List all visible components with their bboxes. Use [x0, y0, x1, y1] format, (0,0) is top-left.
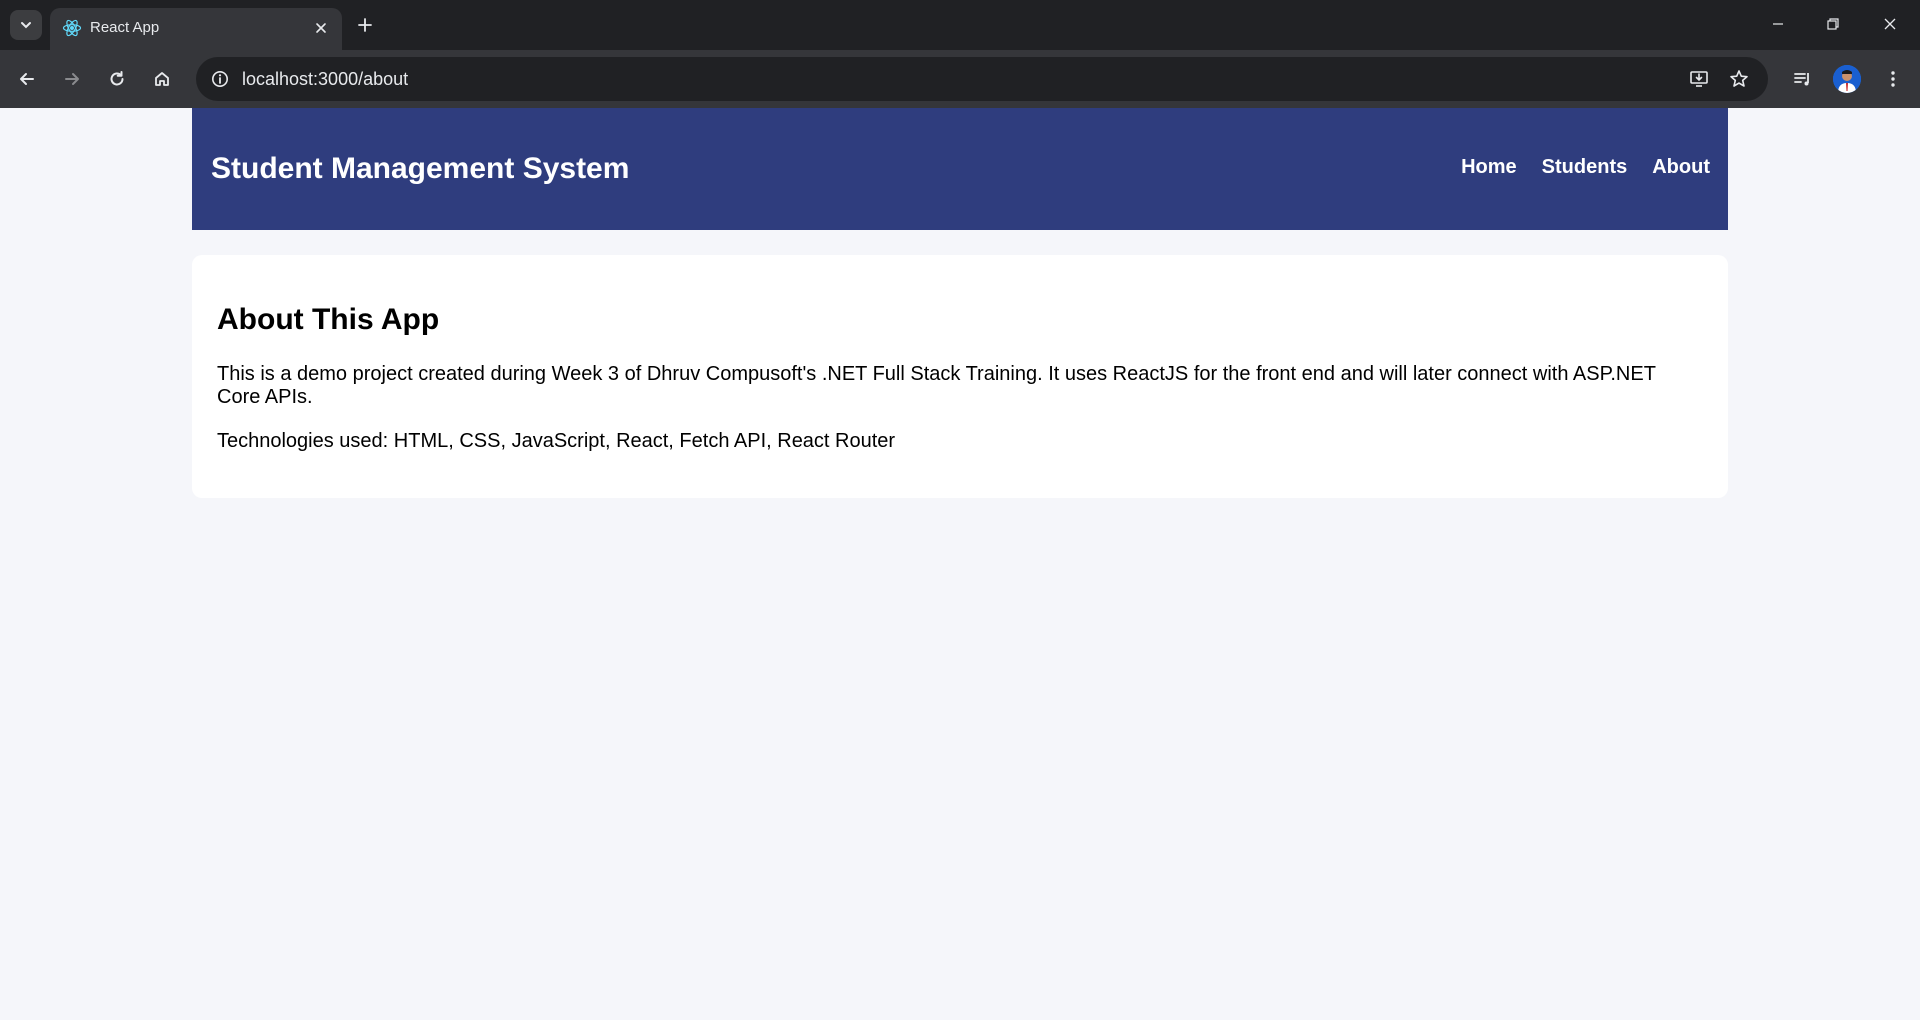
- page-viewport: Student Management System Home Students …: [0, 108, 1920, 1020]
- browser-menu-button[interactable]: [1876, 62, 1910, 96]
- avatar[interactable]: [1833, 65, 1861, 93]
- nav-link-students[interactable]: Students: [1542, 156, 1628, 179]
- close-window-button[interactable]: [1868, 8, 1912, 40]
- bookmark-button[interactable]: [1724, 65, 1754, 93]
- app-brand-title: Student Management System: [211, 152, 630, 185]
- app-navbar: Student Management System Home Students …: [192, 108, 1728, 230]
- new-tab-button[interactable]: [352, 12, 378, 38]
- home-button[interactable]: [145, 62, 179, 96]
- profile-picture-icon: [1833, 65, 1861, 93]
- nav-link-home[interactable]: Home: [1461, 156, 1517, 179]
- install-app-icon: [1690, 71, 1708, 87]
- arrow-right-icon: [65, 73, 79, 85]
- restore-button[interactable]: [1811, 8, 1855, 40]
- home-icon: [155, 72, 169, 86]
- close-window-icon: [1884, 18, 1896, 30]
- address-bar[interactable]: localhost:3000/about: [196, 57, 1768, 101]
- media-queue-icon: [1794, 73, 1809, 86]
- plus-icon: [358, 18, 372, 32]
- media-controls-button[interactable]: [1786, 62, 1820, 96]
- nav-links: Home Students About: [1461, 156, 1710, 179]
- technologies-text: Technologies used: HTML, CSS, JavaScript…: [217, 430, 896, 452]
- browser-tab[interactable]: React App: [50, 8, 342, 50]
- nav-link-about[interactable]: About: [1652, 156, 1710, 179]
- about-description: This is a demo project created during We…: [217, 363, 1656, 408]
- restore-icon: [1827, 18, 1839, 30]
- install-app-button[interactable]: [1684, 65, 1714, 93]
- url-text[interactable]: localhost:3000/about: [242, 69, 408, 90]
- close-tab-button[interactable]: [310, 17, 332, 39]
- page-title: About This App: [217, 303, 440, 336]
- tab-search-button[interactable]: [10, 10, 42, 40]
- reload-button[interactable]: [100, 62, 134, 96]
- back-button[interactable]: [10, 62, 44, 96]
- tab-title: React App: [90, 19, 160, 36]
- info-icon: [212, 71, 228, 87]
- reload-icon: [110, 71, 124, 86]
- react-logo-icon: [62, 19, 82, 37]
- close-icon: [316, 23, 326, 33]
- minimize-icon: [1773, 23, 1783, 25]
- arrow-left-icon: [20, 73, 34, 85]
- chevron-down-icon: [21, 22, 31, 29]
- site-info-button[interactable]: [206, 65, 234, 93]
- browser-tab-strip: React App: [0, 0, 1920, 50]
- browser-toolbar: localhost:3000/about: [0, 50, 1920, 108]
- minimize-button[interactable]: [1756, 8, 1800, 40]
- about-card: About This App This is a demo project cr…: [192, 255, 1728, 498]
- star-icon: [1730, 70, 1748, 87]
- forward-button[interactable]: [55, 62, 89, 96]
- kebab-menu-icon: [1891, 71, 1895, 87]
